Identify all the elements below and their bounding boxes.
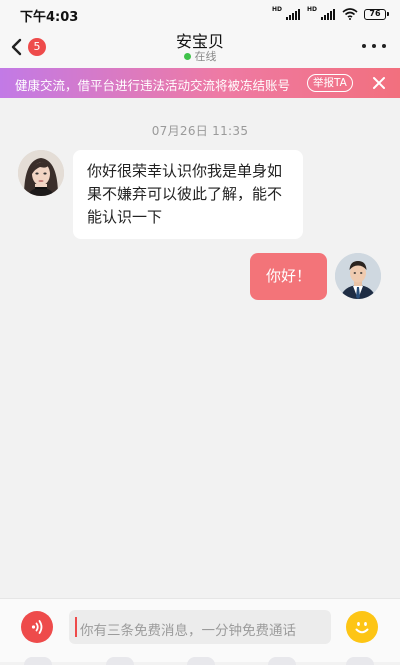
toolbar-item-edge [346, 657, 374, 665]
hd-badge: HD [271, 6, 282, 13]
contact-avatar-image [18, 150, 64, 196]
bottom-toolbar-edge [0, 657, 400, 665]
my-avatar-image [335, 253, 381, 299]
status-icons: HD HD 76 [271, 6, 389, 22]
report-button[interactable]: 举报TA [307, 74, 353, 92]
outgoing-message-bubble[interactable]: 你好！ [250, 253, 327, 300]
signal-icon [285, 8, 300, 20]
more-dot-icon [372, 44, 376, 48]
status-bar: 下午4:03 HD HD 76 [0, 0, 400, 28]
banner-text: 健康交流，借平台进行违法活动交流将被冻结账号 [15, 78, 291, 93]
online-dot-icon [183, 52, 191, 60]
signal-icon [321, 8, 335, 20]
status-time: 下午4:03 [20, 10, 79, 25]
voice-button[interactable] [21, 611, 53, 643]
incoming-message-bubble[interactable]: 你好很荣幸认识你我是单身如果不嫌弃可以彼此了解，能不能认识一下 [73, 150, 303, 239]
message-input[interactable]: 你有三条免费消息，一分钟免费通话 [69, 610, 331, 644]
toolbar-item-edge [268, 657, 296, 665]
more-dot-icon [382, 44, 386, 48]
more-dot-icon [362, 44, 366, 48]
text-cursor [75, 617, 77, 637]
toolbar-item-edge [106, 657, 134, 665]
online-status-label: 在线 [194, 50, 217, 63]
emoji-button[interactable] [346, 611, 378, 643]
toolbar-item-edge [187, 657, 215, 665]
toolbar-item-edge [24, 657, 52, 665]
my-avatar[interactable] [335, 253, 381, 299]
voice-wave-icon [31, 620, 43, 634]
chat-header: 5 安宝贝 在线 [0, 28, 400, 68]
contact-avatar[interactable] [18, 150, 64, 196]
close-icon[interactable] [370, 74, 388, 92]
input-bar: 你有三条免费消息，一分钟免费通话 [0, 598, 400, 665]
wifi-icon [342, 8, 358, 20]
online-status: 在线 [0, 48, 400, 64]
message-input-placeholder: 你有三条免费消息，一分钟免费通话 [80, 623, 296, 639]
smiley-icon [355, 622, 369, 634]
battery-icon: 76 [364, 8, 389, 20]
more-options-button[interactable] [362, 36, 386, 56]
hd-badge: HD [306, 6, 317, 13]
message-timestamp: 07月26日 11:35 [151, 124, 249, 138]
warning-banner: 健康交流，借平台进行违法活动交流将被冻结账号 举报TA [0, 68, 400, 98]
